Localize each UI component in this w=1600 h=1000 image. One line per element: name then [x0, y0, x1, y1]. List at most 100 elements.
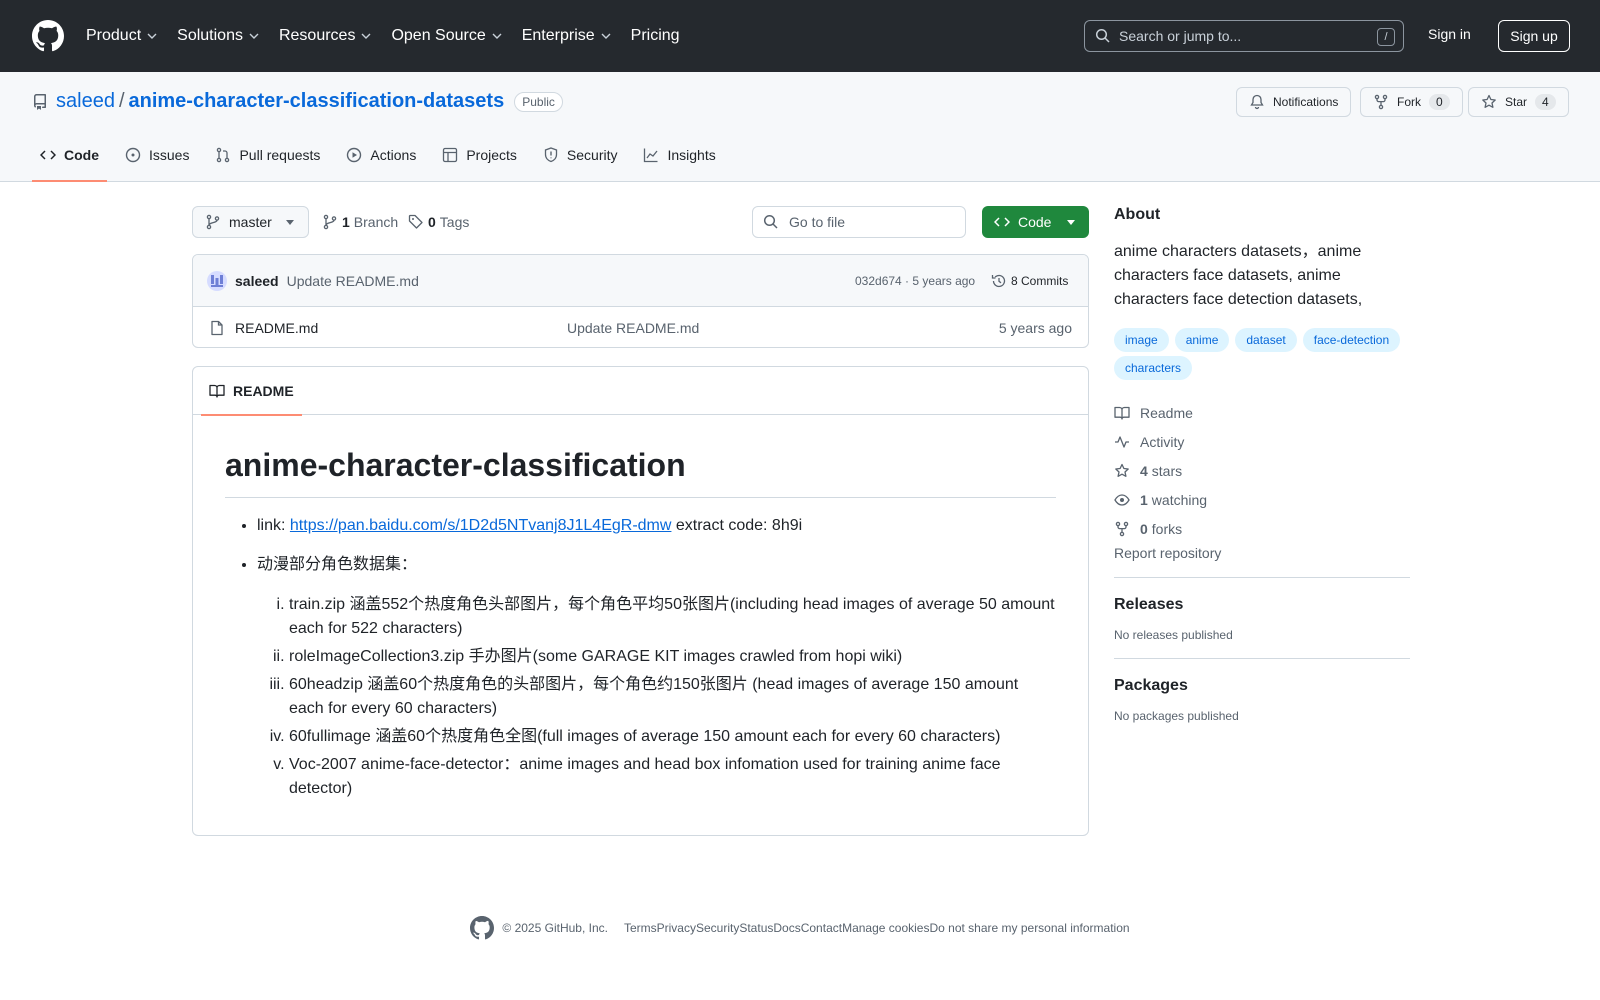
file-icon	[211, 320, 223, 336]
topic-tag[interactable]: dataset	[1235, 328, 1297, 352]
star-label: Star	[1505, 95, 1528, 109]
dataset-item: Voc-2007 anime-face-detector：anime image…	[289, 753, 1056, 801]
fork-button[interactable]: Fork 0	[1360, 87, 1463, 117]
footer-link-contact[interactable]: Contact	[801, 921, 842, 935]
dataset-item: 60fullimage 涵盖60个热度角色全图(full images of a…	[289, 725, 1056, 749]
file-age: 5 years ago	[998, 320, 1072, 336]
nav-open-source[interactable]: Open Source	[391, 27, 502, 45]
releases-heading[interactable]: Releases	[1114, 596, 1410, 614]
baidu-pan-link[interactable]: https://pan.baidu.com/s/1D2d5NTvanj8J1L4…	[290, 517, 672, 534]
readme-list: link: https://pan.baidu.com/s/1D2d5NTvan…	[225, 514, 1056, 801]
readme-title: anime-character-classification	[225, 445, 1056, 498]
commit-message[interactable]: Update README.md	[287, 273, 419, 289]
nav-resources[interactable]: Resources	[279, 27, 371, 45]
latest-commit-row: saleed Update README.md 032d674 · 5 year…	[193, 255, 1088, 307]
code-dropdown-button[interactable]: Code	[982, 206, 1089, 238]
go-to-file-input[interactable]: Go to file	[752, 206, 966, 238]
stars-label: stars	[1151, 462, 1183, 479]
watchers-link[interactable]: 1 watching	[1114, 485, 1410, 514]
link-prefix: link:	[257, 517, 290, 534]
list-item: link: https://pan.baidu.com/s/1D2d5NTvan…	[257, 514, 1056, 538]
footer-link-manage-cookies[interactable]: Manage cookies	[842, 921, 929, 935]
repo-owner-link[interactable]: saleed	[56, 90, 115, 113]
footer-link-do-not-share[interactable]: Do not share my personal information	[929, 921, 1129, 935]
tab-pull-requests[interactable]: Pull requests	[207, 139, 328, 182]
branches-link[interactable]: 1 Branch	[322, 214, 398, 230]
star-button[interactable]: Star 4	[1468, 87, 1569, 117]
stars-link[interactable]: 4 stars	[1114, 456, 1410, 485]
repo-name-link[interactable]: anime-character-classification-datasets	[129, 90, 505, 113]
footer-link-status[interactable]: Status	[739, 921, 773, 935]
avatar[interactable]	[207, 270, 227, 291]
nav-pricing[interactable]: Pricing	[631, 27, 680, 45]
branch-selector[interactable]: master	[192, 206, 309, 238]
tab-actions[interactable]: Actions	[338, 139, 424, 182]
readme-link[interactable]: Readme	[1114, 398, 1410, 427]
tab-issues[interactable]: Issues	[117, 139, 197, 182]
sign-in-link[interactable]: Sign in	[1428, 26, 1471, 42]
about-description: anime characters datasets，anime characte…	[1114, 243, 1363, 308]
tab-security[interactable]: Security	[535, 139, 626, 182]
chevron-down-icon	[147, 33, 157, 39]
footer-link-security[interactable]: Security	[696, 921, 739, 935]
nav-product[interactable]: Product	[86, 27, 157, 45]
github-logo-icon[interactable]	[32, 20, 64, 52]
divider	[1114, 577, 1410, 578]
sign-up-button[interactable]: Sign up	[1498, 20, 1570, 52]
tab-insights[interactable]: Insights	[635, 139, 723, 182]
search-shortcut-key: /	[1377, 28, 1395, 46]
dataset-item: 60headzip 涵盖60个热度角色的头部图片，每个角色约150张图片 (he…	[289, 673, 1056, 721]
report-repository-link[interactable]: Report repository	[1114, 545, 1410, 561]
file-row[interactable]: README.md Update README.md 5 years ago	[193, 307, 1088, 347]
chevron-down-icon	[601, 33, 611, 39]
packages-heading[interactable]: Packages	[1114, 677, 1410, 695]
footer-link-terms[interactable]: Terms	[624, 921, 657, 935]
dataset-list: train.zip 涵盖552个热度角色头部图片，每个角色平均50张图片(inc…	[257, 593, 1056, 801]
topic-tag[interactable]: image	[1114, 328, 1169, 352]
topic-tag[interactable]: anime	[1174, 328, 1230, 352]
activity-link[interactable]: Activity	[1114, 427, 1410, 456]
branch-icon	[206, 214, 220, 230]
chevron-down-icon	[492, 33, 502, 39]
book-icon	[1114, 406, 1130, 420]
activity-link-label: Activity	[1140, 433, 1185, 450]
issue-icon	[125, 147, 141, 163]
tags-link[interactable]: 0 Tags	[408, 214, 469, 230]
caret-down-icon	[285, 219, 294, 225]
footer-link-docs[interactable]: Docs	[773, 921, 800, 935]
nav-enterprise-label: Enterprise	[521, 27, 595, 44]
tab-code[interactable]: Code	[32, 139, 107, 182]
file-name[interactable]: README.md	[235, 320, 318, 336]
book-icon	[209, 384, 225, 398]
star-icon	[1482, 94, 1496, 108]
code-icon	[994, 217, 1010, 227]
topic-tag[interactable]: characters	[1114, 356, 1193, 380]
file-commit-message[interactable]: Update README.md	[567, 320, 699, 336]
tab-projects[interactable]: Projects	[434, 139, 525, 182]
tab-code-label: Code	[64, 147, 99, 163]
nav-enterprise[interactable]: Enterprise	[522, 27, 611, 45]
pulse-icon	[1115, 435, 1129, 448]
commit-hash-time[interactable]: 032d674 · 5 years ago	[855, 274, 975, 288]
repo-title: saleed / anime-character-classification-…	[32, 90, 563, 113]
notifications-button[interactable]: Notifications	[1236, 87, 1352, 117]
github-mark-icon[interactable]	[470, 916, 495, 940]
branch-name: master	[229, 214, 272, 230]
readme-tab[interactable]: README	[201, 367, 302, 416]
top-navigation: Product Solutions Resources Open Source …	[86, 27, 700, 45]
repo-path-separator: /	[118, 90, 125, 112]
search-input[interactable]: Search or jump to... /	[1084, 20, 1404, 52]
commit-author[interactable]: saleed	[235, 273, 279, 289]
watching-count: 1	[1140, 491, 1148, 508]
repo-sidebar: About anime characters datasets，anime ch…	[1114, 206, 1410, 723]
history-icon	[991, 274, 1006, 288]
fork-icon	[1374, 94, 1388, 110]
topic-tag[interactable]: face-detection	[1302, 328, 1401, 352]
commits-link[interactable]: 8 Commits	[991, 273, 1068, 289]
nav-solutions[interactable]: Solutions	[177, 27, 259, 45]
repository-header: saleed / anime-character-classification-…	[0, 72, 1600, 182]
nav-open-source-label: Open Source	[391, 27, 486, 44]
footer-link-privacy[interactable]: Privacy	[657, 921, 696, 935]
forks-link[interactable]: 0 forks	[1114, 514, 1410, 543]
global-header: Product Solutions Resources Open Source …	[0, 0, 1600, 72]
